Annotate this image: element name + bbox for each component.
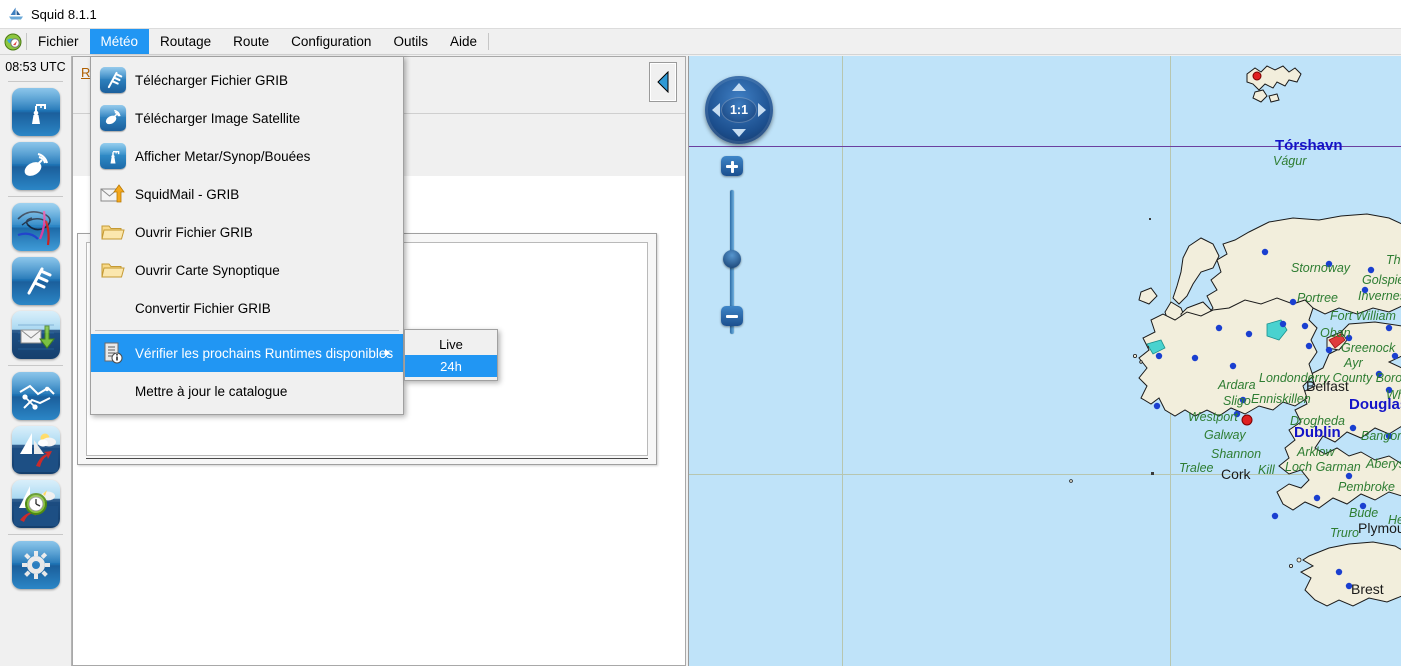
sidebar-tool-metar-synop-buoys[interactable] <box>12 88 60 136</box>
synoptic-chart-icon <box>12 203 60 251</box>
menu-item-label: Ouvrir Carte Synoptique <box>135 263 280 278</box>
folder-icon <box>91 222 135 242</box>
zoom-out-button[interactable] <box>721 306 743 326</box>
menu-aide[interactable]: Aide <box>439 29 488 54</box>
satellite-dish-icon <box>91 105 135 131</box>
sidebar-tool-settings[interactable] <box>12 541 60 589</box>
zoom-reset-button[interactable]: 1:1 <box>721 97 757 123</box>
pan-down-icon[interactable] <box>732 129 746 137</box>
window-title: Squid 8.1.1 <box>31 7 97 22</box>
menu-item-label: SquidMail - GRIB <box>135 187 239 202</box>
menu-item-label: Télécharger Fichier GRIB <box>135 73 288 88</box>
panel-subframe-footline <box>86 458 648 459</box>
menu-item-label: Convertir Fichier GRIB <box>135 301 271 316</box>
menu-route[interactable]: Route <box>222 29 280 54</box>
document-info-icon <box>91 341 135 365</box>
menu-item-telecharger-fichier-grib[interactable]: Télécharger Fichier GRIB <box>91 61 403 99</box>
menu-meteo[interactable]: Météo <box>90 29 150 54</box>
tool-rail: 08:53 UTC <box>0 56 72 666</box>
plus-v <box>731 161 734 173</box>
sidebar-tool-grib-mail[interactable] <box>12 311 60 359</box>
menu-item-telecharger-image-satellite[interactable]: Télécharger Image Satellite <box>91 99 403 137</box>
submenu-item-24h[interactable]: 24h <box>405 355 497 377</box>
route-track-icon <box>12 372 60 420</box>
chart-map-view[interactable]: Tórshavn Vágur Stornoway Golspie Thurso … <box>688 56 1401 666</box>
menu-separator <box>95 330 399 331</box>
menu-divider-end <box>488 33 489 50</box>
coastline-shapes <box>689 56 1401 666</box>
menu-item-afficher-metar-synop-bouees[interactable]: Afficher Metar/Synop/Bouées <box>91 137 403 175</box>
menu-item-mettre-a-jour-catalogue[interactable]: Mettre à jour le catalogue <box>91 372 403 410</box>
sidebar-tool-satellite-image[interactable] <box>12 142 60 190</box>
zoom-slider-thumb[interactable] <box>723 250 741 268</box>
menu-item-label: Télécharger Image Satellite <box>135 111 300 126</box>
satellite-dish-icon <box>12 142 60 190</box>
menu-bar: Fichier Météo Routage Route Configuratio… <box>0 28 1401 55</box>
minus-h <box>726 315 738 318</box>
wind-barb-icon <box>12 257 60 305</box>
globe-compass-icon[interactable] <box>0 29 26 54</box>
menu-item-convertir-fichier-grib[interactable]: Convertir Fichier GRIB <box>91 289 403 327</box>
squid-application-window: Squid 8.1.1 Fichier Météo Routage Route … <box>0 0 1401 666</box>
menu-item-label: Afficher Metar/Synop/Bouées <box>135 149 310 164</box>
sidebar-tool-routing[interactable] <box>12 372 60 420</box>
panel-link[interactable]: R <box>81 65 90 80</box>
menu-item-ouvrir-carte-synoptique[interactable]: Ouvrir Carte Synoptique <box>91 251 403 289</box>
wind-barb-icon <box>91 67 135 93</box>
utc-clock: 08:53 UTC <box>0 56 71 78</box>
sailboat-weather-icon <box>12 426 60 474</box>
collapse-left-arrow-icon[interactable] <box>649 62 677 102</box>
sidebar-tool-weather-routing[interactable] <box>12 426 60 474</box>
meteo-dropdown-menu: Télécharger Fichier GRIB Télécha <box>90 56 404 415</box>
menu-routage[interactable]: Routage <box>149 29 222 54</box>
submenu-arrow-icon <box>385 349 390 357</box>
sailboat-icon <box>8 6 24 22</box>
menu-item-label: Mettre à jour le catalogue <box>135 384 287 399</box>
weather-station-icon <box>91 143 135 169</box>
sailboat-clock-icon <box>12 480 60 528</box>
title-bar: Squid 8.1.1 <box>0 0 1401 28</box>
menu-item-label: Vérifier les prochains Runtimes disponib… <box>135 346 393 361</box>
menu-item-label: Ouvrir Fichier GRIB <box>135 225 253 240</box>
folder-icon <box>91 260 135 280</box>
runtimes-submenu: Live 24h <box>404 329 498 381</box>
mail-download-icon <box>12 311 60 359</box>
pan-control[interactable]: 1:1 <box>705 76 773 144</box>
menu-item-verifier-prochains-runtimes[interactable]: Vérifier les prochains Runtimes disponib… <box>91 334 403 372</box>
menu-configuration[interactable]: Configuration <box>280 29 382 54</box>
menu-outils[interactable]: Outils <box>382 29 439 54</box>
rail-separator <box>8 534 63 535</box>
menu-item-squidmail-grib[interactable]: SquidMail - GRIB <box>91 175 403 213</box>
pan-left-icon[interactable] <box>712 103 720 117</box>
sidebar-tool-grib-download[interactable] <box>12 257 60 305</box>
weather-station-icon <box>12 88 60 136</box>
gear-icon <box>12 541 60 589</box>
sidebar-tool-departure-planner[interactable] <box>12 480 60 528</box>
pan-up-icon[interactable] <box>732 83 746 91</box>
mail-upload-icon <box>91 182 135 206</box>
sidebar-tool-synoptic-chart[interactable] <box>12 203 60 251</box>
pan-right-icon[interactable] <box>758 103 766 117</box>
menu-item-ouvrir-fichier-grib[interactable]: Ouvrir Fichier GRIB <box>91 213 403 251</box>
menu-fichier[interactable]: Fichier <box>27 29 90 54</box>
rail-separator <box>8 81 63 82</box>
rail-separator <box>8 196 63 197</box>
submenu-item-live[interactable]: Live <box>405 333 497 355</box>
zoom-in-button[interactable] <box>721 156 743 176</box>
rail-separator <box>8 365 63 366</box>
